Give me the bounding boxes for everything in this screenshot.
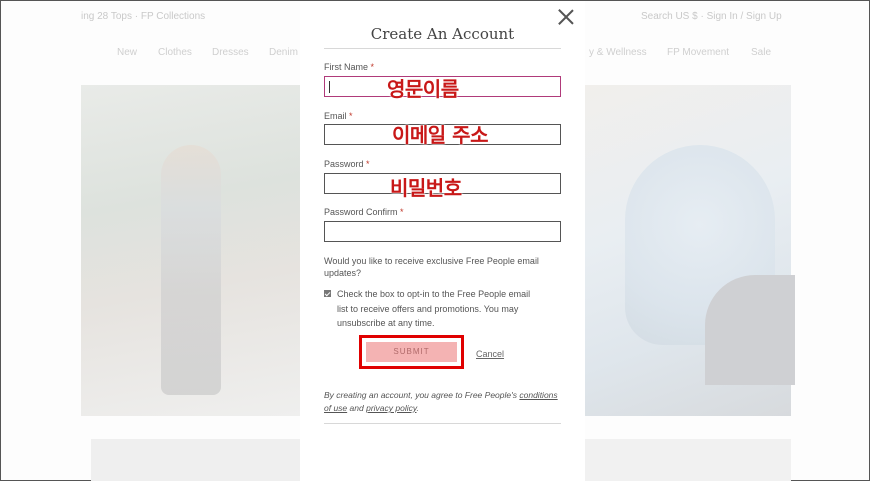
terms-text: By creating an account, you agree to Fre…	[324, 390, 517, 400]
modal-title: Create An Account	[370, 25, 515, 43]
annotation-email: 이메일 주소	[392, 123, 488, 147]
terms-and-text: and	[349, 403, 364, 413]
privacy-policy-link[interactable]: privacy policy	[366, 403, 416, 413]
close-icon[interactable]	[558, 9, 574, 25]
bottom-divider	[324, 423, 561, 424]
screenshot-frame: ing 28 Tops · FP Collections Search US $…	[0, 0, 870, 481]
background-top-links: ing 28 Tops · FP Collections	[81, 11, 206, 22]
background-account-links: Search US $ · Sign In / Sign Up	[641, 11, 782, 22]
background-nav-sale: Sale	[751, 47, 772, 58]
background-nav-dresses: Dresses	[212, 47, 249, 58]
password-label: Password *	[324, 159, 370, 169]
first-name-label: First Name *	[324, 62, 375, 72]
background-product-image-right	[585, 85, 795, 416]
title-divider	[324, 48, 561, 49]
password-confirm-input[interactable]	[324, 221, 561, 242]
optin-question: Would you like to receive exclusive Free…	[324, 256, 539, 278]
password-confirm-label: Password Confirm *	[324, 207, 404, 217]
cancel-link[interactable]: Cancel	[476, 349, 504, 359]
background-nav-fp-movement: FP Movement	[667, 47, 730, 58]
optin-checkbox[interactable]	[324, 290, 331, 297]
email-label: Email *	[324, 111, 353, 121]
background-product-image-left	[81, 85, 301, 416]
background-nav-new: New	[117, 47, 138, 58]
annotation-first-name: 영문이름	[387, 77, 459, 101]
background-nav-wellness: y & Wellness	[589, 47, 647, 58]
background-product-image-bottom-left	[91, 439, 301, 481]
background-nav-denim: Denim	[269, 47, 298, 58]
annotation-password: 비밀번호	[390, 176, 462, 200]
submit-highlight-box: SUBMIT	[359, 335, 464, 369]
submit-button[interactable]: SUBMIT	[366, 342, 457, 362]
background-nav-clothes: Clothes	[158, 47, 192, 58]
background-product-image-bottom-right	[585, 439, 791, 481]
terms-end: .	[416, 403, 419, 413]
terms-notice: By creating an account, you agree to Fre…	[324, 389, 564, 415]
text-caret	[329, 81, 330, 93]
optin-description: Check the box to opt-in to the Free Peop…	[337, 289, 531, 328]
